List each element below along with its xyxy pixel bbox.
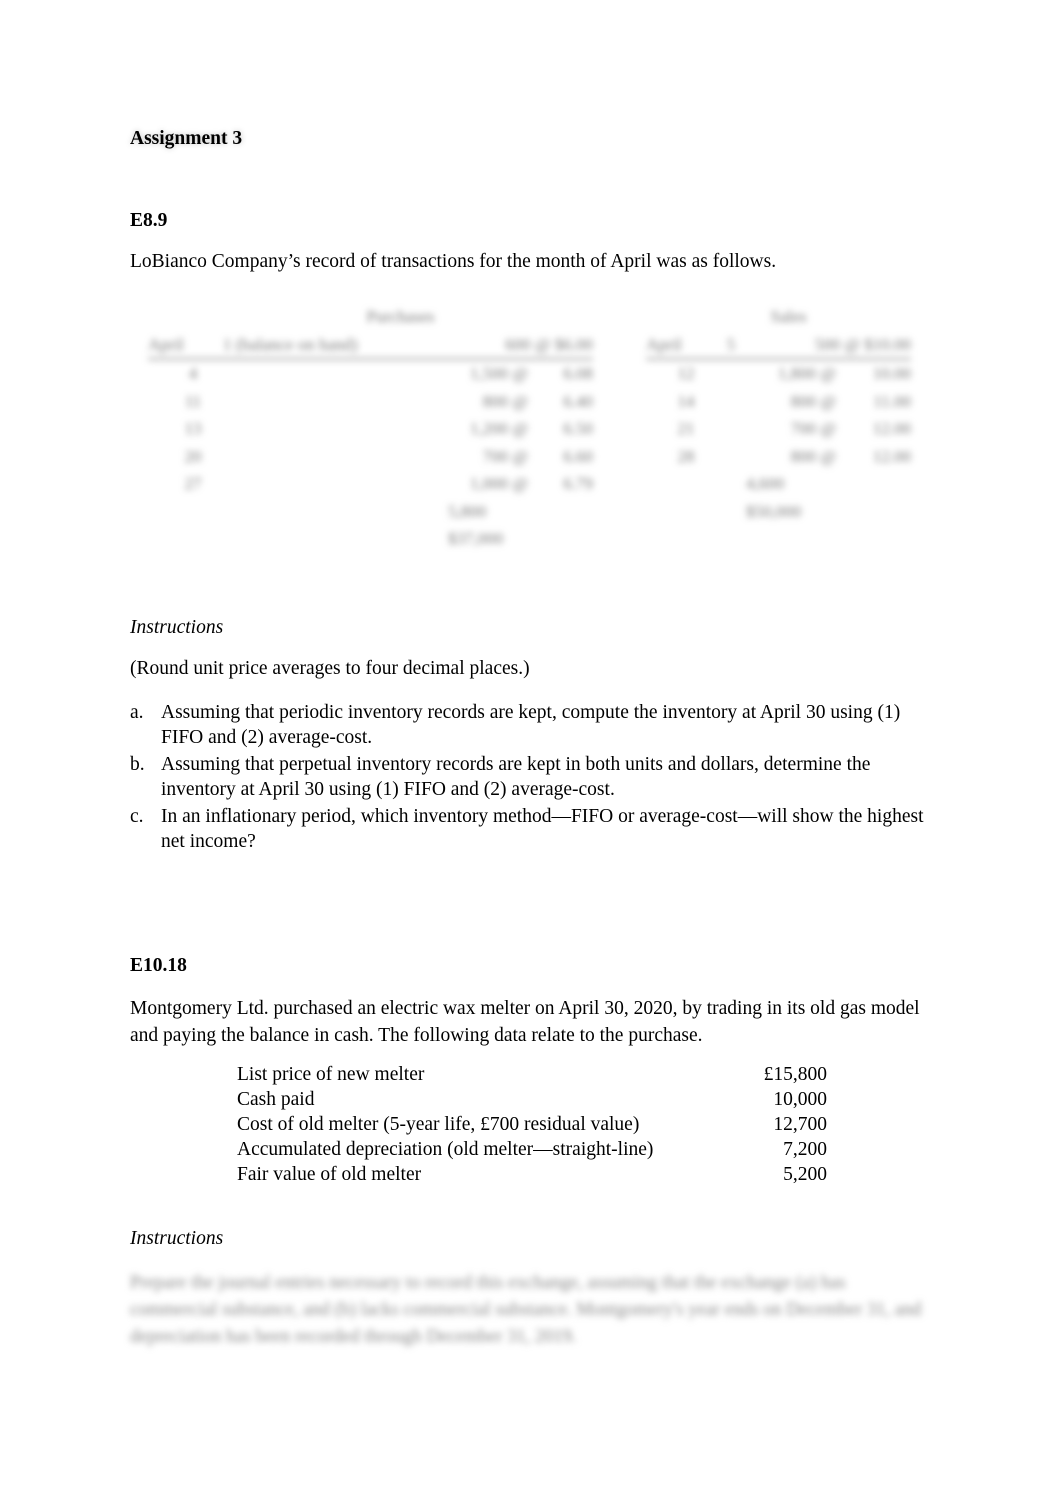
sales-table: Sales April 5 500 @ $10.00 12 1,800 @ 10.0… bbox=[646, 303, 911, 525]
data-value: 7,200 bbox=[783, 1139, 827, 1160]
list-item: c. In an inflationary period, which inven… bbox=[130, 804, 940, 854]
sales-header: April 5 500 @ $10.00 bbox=[646, 331, 911, 360]
instructions-text: Prepare the journal entries necessary to… bbox=[130, 1273, 922, 1347]
table-row: 27 1,000 @ 6.79 bbox=[148, 470, 594, 498]
data-label: List price of new melter bbox=[237, 1064, 425, 1085]
table-row: 4 1,500 @ 6.08 bbox=[148, 360, 593, 388]
data-value: £15,800 bbox=[763, 1064, 827, 1085]
purchases-table: Purchases April 1 (balance on hand) 600 … bbox=[148, 303, 593, 553]
purchase-data-table: List price of new melter £15,800 Cash pai… bbox=[237, 1062, 827, 1187]
exercise-intro: Montgomery Ltd. purchased an electric wa… bbox=[130, 998, 920, 1046]
instructions-label: Instructions bbox=[130, 617, 224, 638]
list-marker: a. bbox=[130, 702, 144, 723]
table-cell: 800 @ bbox=[790, 446, 836, 466]
data-label: Fair value of old melter bbox=[237, 1164, 422, 1185]
purchases-header: April 1 (balance on hand) 600 @ $6.00 bbox=[148, 331, 593, 360]
purchases-total-cost: $37,000 bbox=[448, 529, 504, 548]
data-value: 12,700 bbox=[773, 1114, 827, 1135]
instructions-list: a. Assuming that periodic inventory recor… bbox=[130, 700, 940, 856]
exercise-heading-e8-9: E8.9 bbox=[130, 210, 168, 231]
table-cell: 12 bbox=[677, 364, 695, 383]
list-item: a. Assuming that periodic inventory recor… bbox=[130, 700, 940, 750]
purchases-caption: Purchases bbox=[366, 307, 435, 326]
rounding-note: (Round unit price averages to four decim… bbox=[130, 658, 530, 679]
table-row: 21 700 @ 12.00 bbox=[646, 415, 912, 443]
header-cell: 1 (balance on hand) bbox=[223, 334, 358, 354]
table-cell: 20 bbox=[184, 446, 202, 466]
table-cell: 700 @ bbox=[790, 419, 836, 438]
table-cell: 1,200 @ bbox=[469, 419, 528, 438]
header-cell: April bbox=[646, 334, 682, 354]
table-row: 14 800 @ 11.00 bbox=[646, 388, 912, 416]
table-cell: 12.00 bbox=[872, 419, 911, 438]
list-marker: c. bbox=[130, 806, 144, 827]
data-value: 10,000 bbox=[773, 1089, 827, 1110]
list-text: Assuming that perpetual inventory record… bbox=[161, 754, 871, 800]
table-cell: 21 bbox=[677, 419, 695, 438]
list-item: b. Assuming that perpetual inventory reco… bbox=[130, 752, 940, 802]
table-cell: 4 bbox=[188, 364, 198, 383]
table-cell: 13 bbox=[184, 419, 202, 438]
list-text: Assuming that periodic inventory records… bbox=[161, 702, 901, 748]
table-cell: 14 bbox=[677, 391, 695, 411]
table-cell: 11.00 bbox=[873, 391, 911, 411]
data-value: 5,200 bbox=[783, 1164, 827, 1185]
table-cell: 800 @ bbox=[482, 391, 528, 411]
header-cell: 5 bbox=[726, 334, 736, 354]
table-cell: 27 bbox=[184, 474, 202, 493]
exercise-intro: LoBianco Company’s record of transaction… bbox=[130, 251, 777, 272]
table-cell: 28 bbox=[677, 446, 695, 466]
table-cell: 1,000 @ bbox=[469, 474, 528, 493]
list-marker: b. bbox=[130, 754, 145, 775]
table-cell: 800 @ bbox=[790, 391, 836, 411]
table-cell: 1,500 @ bbox=[469, 364, 528, 383]
table-cell: 700 @ bbox=[482, 446, 528, 466]
sales-total-sales: $50,000 bbox=[746, 501, 802, 521]
table-cell: 6.60 bbox=[563, 446, 593, 466]
table-cell: 6.79 bbox=[563, 474, 593, 493]
header-cell: 600 @ $6.00 bbox=[505, 334, 593, 354]
sales-total-units: 4,600 bbox=[746, 474, 785, 493]
table-row: 13 1,200 @ 6.50 bbox=[148, 415, 594, 443]
table-row: 12 1,800 @ 10.00 bbox=[646, 360, 912, 388]
data-label: Cost of old melter (5-year life, £700 re… bbox=[237, 1114, 640, 1135]
table-cell: 11 bbox=[184, 391, 202, 411]
table-cell: 12.00 bbox=[872, 446, 911, 466]
table-row: 11 800 @ 6.40 bbox=[148, 388, 593, 416]
data-row: Cost of old melter (5-year life, £700 re… bbox=[237, 1112, 827, 1137]
header-cell: April bbox=[148, 334, 184, 354]
page-title: Assignment 3 bbox=[130, 128, 243, 149]
sales-caption: Sales bbox=[770, 307, 807, 326]
data-row: Accumulated depreciation (old melter—str… bbox=[237, 1137, 827, 1162]
data-label: Cash paid bbox=[237, 1089, 315, 1110]
data-row: List price of new melter £15,800 bbox=[237, 1062, 827, 1087]
exercise-heading-e10-18: E10.18 bbox=[130, 955, 187, 976]
data-row: Fair value of old melter 5,200 bbox=[237, 1162, 827, 1187]
data-label: Accumulated depreciation (old melter—str… bbox=[237, 1139, 654, 1160]
header-cell: 500 @ $10.00 bbox=[814, 334, 911, 354]
purchases-total-units: 5,800 bbox=[448, 501, 487, 521]
table-cell: 1,800 @ bbox=[777, 364, 836, 383]
table-cell: 6.40 bbox=[563, 391, 593, 411]
instructions-label: Instructions bbox=[130, 1228, 224, 1249]
data-row: Cash paid 10,000 bbox=[237, 1087, 827, 1112]
table-row: 20 700 @ 6.60 bbox=[148, 443, 594, 471]
table-cell: 6.08 bbox=[563, 364, 593, 383]
table-cell: 6.50 bbox=[563, 419, 593, 438]
table-row: 28 800 @ 12.00 bbox=[646, 443, 912, 471]
table-cell: 10.00 bbox=[872, 364, 911, 383]
list-text: In an inflationary period, which invento… bbox=[161, 806, 924, 852]
